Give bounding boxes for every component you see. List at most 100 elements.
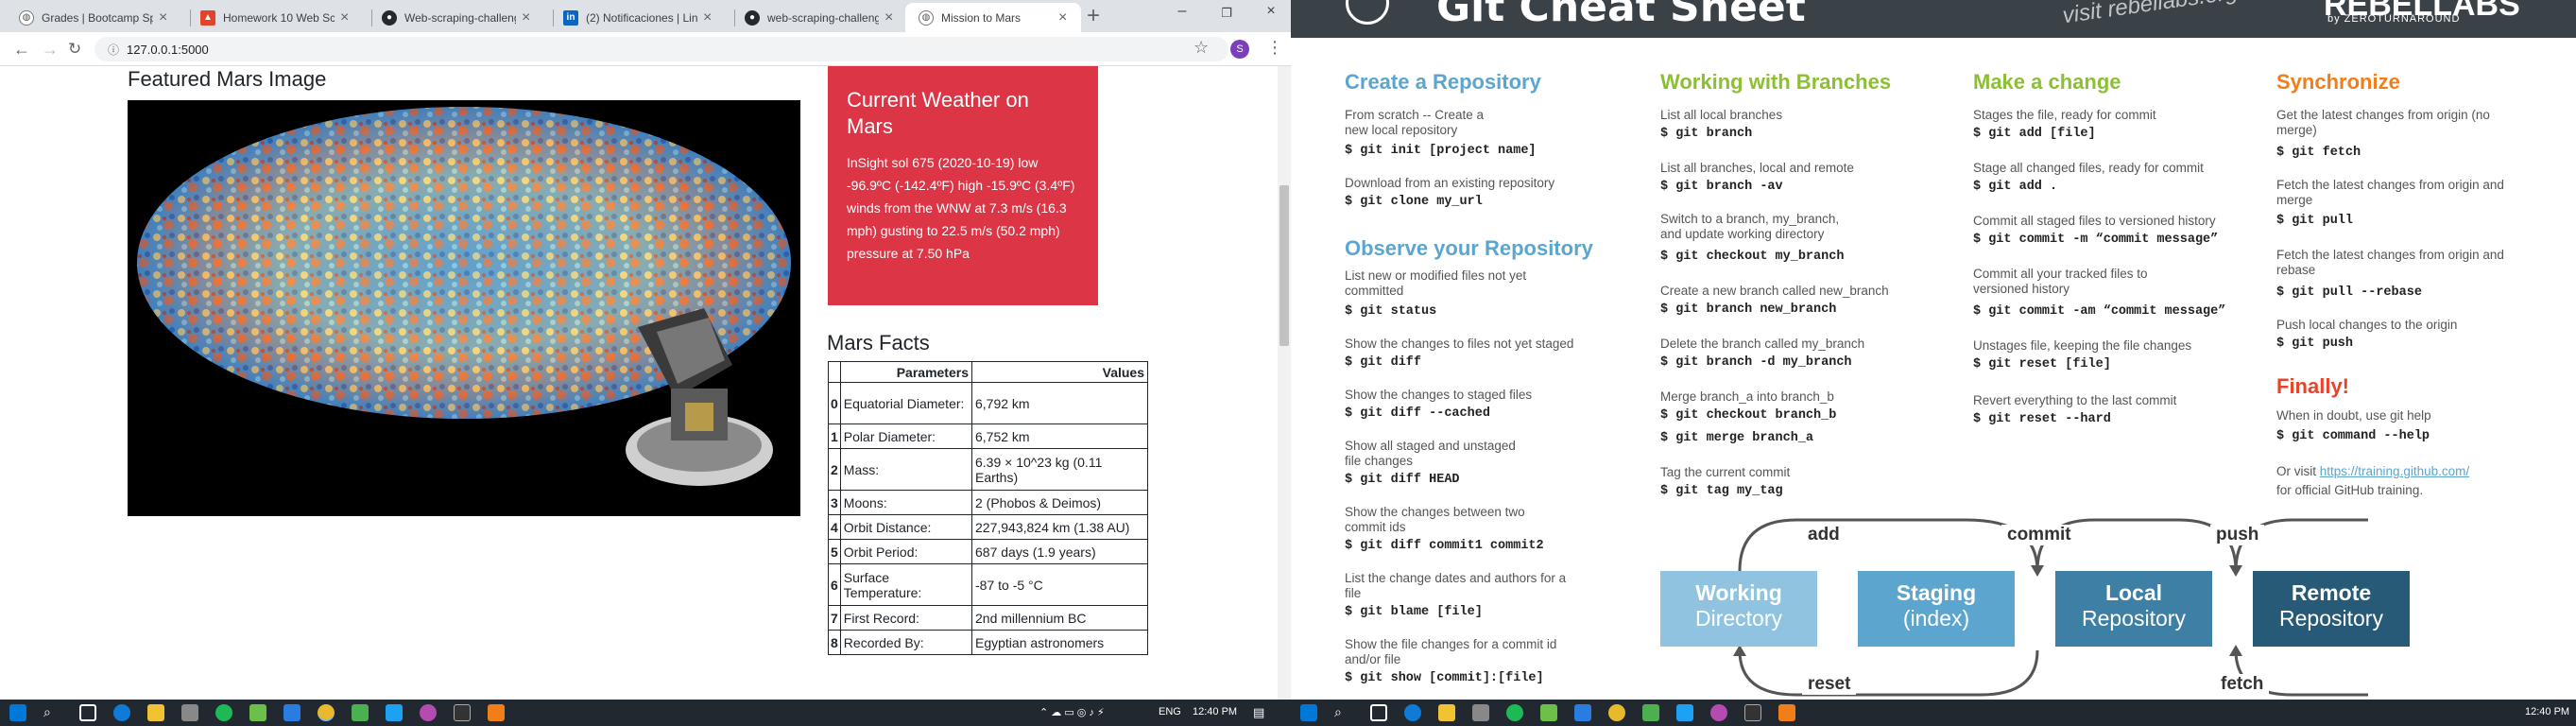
edge-icon[interactable] bbox=[1404, 704, 1421, 721]
row-index: 2 bbox=[828, 448, 841, 491]
box-title: Local bbox=[2104, 580, 2163, 605]
chrome-icon[interactable] bbox=[318, 704, 335, 721]
terminal-icon[interactable] bbox=[454, 704, 471, 721]
app-icon[interactable] bbox=[1676, 704, 1693, 721]
app-icon[interactable] bbox=[1540, 704, 1557, 721]
param-cell: Polar Diameter: bbox=[839, 424, 973, 449]
address-bar[interactable]: ⓘ 127.0.0.1:5000 bbox=[94, 37, 1228, 61]
desc-text: Commit all your tracked files to version… bbox=[1973, 267, 2148, 296]
menu-icon[interactable]: ⋮ bbox=[1266, 38, 1283, 58]
training-link[interactable]: https://training.github.com/ bbox=[2320, 464, 2469, 478]
row-index: 5 bbox=[828, 539, 841, 564]
close-icon[interactable]: × bbox=[703, 9, 716, 26]
parameters-header: Parameters bbox=[839, 361, 973, 383]
task-view-icon[interactable] bbox=[79, 704, 96, 721]
weather-heading: Current Weather on Mars bbox=[847, 88, 1029, 138]
scrollbar[interactable] bbox=[1278, 66, 1291, 700]
globe-icon: ◍ bbox=[919, 9, 934, 26]
store-icon[interactable] bbox=[181, 704, 198, 721]
search-icon[interactable]: ⌕ bbox=[1334, 704, 1342, 720]
param-cell: Orbit Period: bbox=[839, 539, 973, 564]
cmd-text: $ git blame [file] bbox=[1345, 605, 1483, 619]
app-icon[interactable] bbox=[1710, 704, 1727, 721]
back-icon[interactable]: ← bbox=[13, 40, 30, 60]
desc-text: Create a new branch called new_branch bbox=[1660, 284, 1889, 298]
page-content: Featured Mars Image Current Weather on M… bbox=[0, 66, 1278, 700]
vscode-icon[interactable] bbox=[1574, 704, 1591, 721]
synchronize-heading: Synchronize bbox=[2276, 70, 2400, 94]
tab-strip: ◍ Grades | Bootcamp Spot × ▲ Homework 10… bbox=[0, 0, 1291, 32]
clock[interactable]: 12:40 PM bbox=[2525, 706, 2569, 717]
working-directory-box: Working Directory bbox=[1660, 571, 1817, 647]
app-icon[interactable] bbox=[488, 704, 505, 721]
table-row: 5 Orbit Period: 687 days (1.9 years) bbox=[828, 539, 1148, 564]
task-view-icon[interactable] bbox=[1370, 704, 1387, 721]
tab-mission-to-mars[interactable]: ◍ Mission to Mars × bbox=[905, 3, 1081, 32]
avatar[interactable]: S bbox=[1230, 40, 1249, 59]
terminal-icon[interactable] bbox=[1744, 704, 1761, 721]
value-cell: Egyptian astronomers bbox=[971, 630, 1148, 655]
spotify-icon[interactable] bbox=[1506, 704, 1523, 721]
chrome-icon[interactable] bbox=[1608, 704, 1625, 721]
tab-label: Web-scraping-challenge bbox=[404, 10, 516, 25]
remote-repository-box: Remote Repository bbox=[2253, 571, 2410, 647]
vscode-icon[interactable] bbox=[283, 704, 301, 721]
zeroturnaround-text: by ZEROTURNAROUND bbox=[2327, 13, 2461, 25]
file-explorer-icon[interactable] bbox=[1438, 704, 1455, 721]
file-explorer-icon[interactable] bbox=[147, 704, 164, 721]
close-window-button[interactable]: × bbox=[1257, 3, 1285, 20]
value-cell: 227,943,824 km (1.38 AU) bbox=[971, 514, 1148, 540]
close-icon[interactable]: × bbox=[522, 9, 535, 26]
app-icon[interactable] bbox=[386, 704, 403, 721]
reload-icon[interactable]: ↻ bbox=[68, 40, 81, 59]
value-cell: 2nd millennium BC bbox=[971, 605, 1148, 631]
cmd-text: $ git status bbox=[1345, 304, 1437, 319]
app-icon[interactable] bbox=[420, 704, 437, 721]
tab-web-scraping-1[interactable]: ● Web-scraping-challenge × bbox=[369, 3, 548, 32]
cmd-text: $ git diff --cached bbox=[1345, 406, 1490, 421]
desc-text: Fetch the latest changes from origin and… bbox=[2276, 248, 2504, 277]
desc-text: List the change dates and authors for a … bbox=[1345, 571, 1567, 600]
close-icon[interactable]: × bbox=[159, 9, 172, 26]
reset-arrow bbox=[1738, 649, 2039, 697]
desc-text: Push local changes to the origin bbox=[2276, 318, 2458, 332]
arrowhead-icon bbox=[2031, 565, 2044, 577]
cmd-text: $ git clone my_url bbox=[1345, 195, 1483, 209]
clock[interactable]: 12:40 PM bbox=[1193, 706, 1237, 717]
table-row: 1 Polar Diameter: 6,752 km bbox=[828, 424, 1148, 449]
box-subtitle: Repository bbox=[2082, 606, 2186, 631]
app-icon[interactable] bbox=[249, 704, 266, 721]
maximize-button[interactable]: ❐ bbox=[1212, 6, 1241, 21]
close-icon[interactable]: × bbox=[884, 9, 898, 26]
close-icon[interactable]: × bbox=[340, 9, 353, 26]
tab-web-scraping-2[interactable]: ● web-scraping-challenge × bbox=[731, 3, 911, 32]
notification-icon[interactable]: ▤ bbox=[1253, 705, 1264, 720]
new-tab-button[interactable]: + bbox=[1087, 4, 1100, 28]
desc-text: List new or modified files not yet commi… bbox=[1345, 268, 1527, 298]
param-cell: Moons: bbox=[839, 490, 973, 515]
tab-linkedin[interactable]: in (2) Notificaciones | LinkedIn × bbox=[550, 3, 730, 32]
tray-icons[interactable]: ⌃ ☁ ▭ ◎ ♪ ⚡ bbox=[1039, 706, 1105, 718]
info-icon[interactable]: ⓘ bbox=[108, 42, 119, 58]
language-indicator[interactable]: ENG bbox=[1159, 706, 1181, 717]
windows-start-icon[interactable] bbox=[1300, 704, 1317, 721]
scrollbar-thumb[interactable] bbox=[1279, 185, 1289, 346]
close-icon[interactable]: × bbox=[1058, 9, 1072, 26]
tab-homework[interactable]: ▲ Homework 10 Web Scraping × bbox=[187, 3, 367, 32]
spotify-icon[interactable] bbox=[215, 704, 232, 721]
app-icon[interactable] bbox=[1642, 704, 1659, 721]
bookmark-star-icon[interactable]: ☆ bbox=[1194, 38, 1209, 58]
store-icon[interactable] bbox=[1472, 704, 1489, 721]
browser-window: ◍ Grades | Bootcamp Spot × ▲ Homework 10… bbox=[0, 0, 1291, 700]
windows-start-icon[interactable] bbox=[9, 704, 26, 721]
forward-icon[interactable]: → bbox=[42, 40, 59, 60]
search-icon[interactable]: ⌕ bbox=[43, 704, 51, 720]
cmd-text: $ git push bbox=[2276, 337, 2354, 351]
github-icon: ● bbox=[382, 9, 397, 26]
tab-grades[interactable]: ◍ Grades | Bootcamp Spot × bbox=[6, 3, 185, 32]
edge-icon[interactable] bbox=[113, 704, 130, 721]
minimize-button[interactable]: – bbox=[1168, 3, 1196, 20]
cmd-text: $ git command --help bbox=[2276, 429, 2430, 443]
app-icon[interactable] bbox=[352, 704, 369, 721]
app-icon[interactable] bbox=[1778, 704, 1795, 721]
